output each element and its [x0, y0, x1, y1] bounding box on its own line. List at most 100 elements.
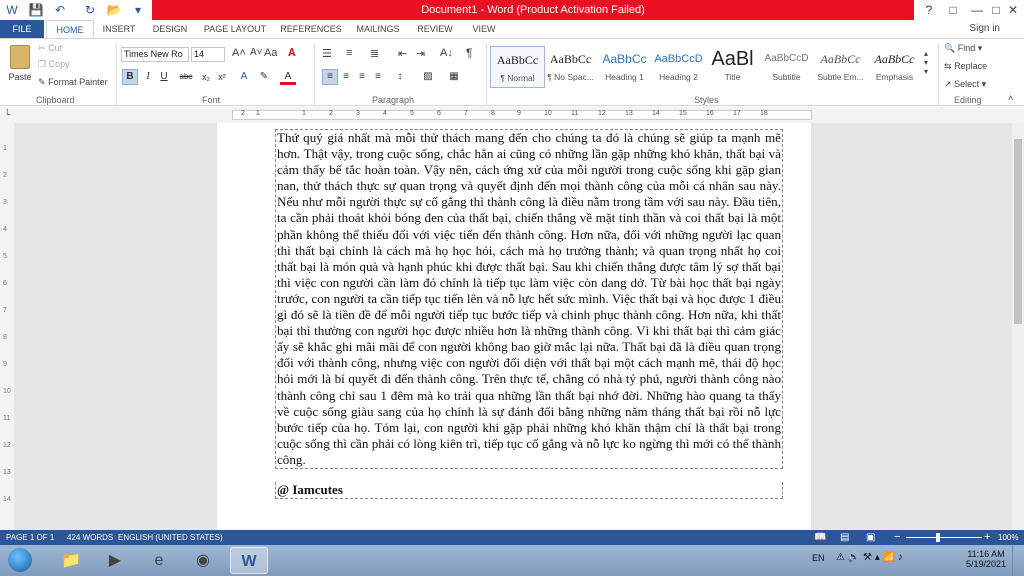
- chrome-icon[interactable]: ◉: [184, 547, 222, 574]
- redo-icon[interactable]: ↻: [82, 2, 98, 18]
- subscript-button[interactable]: x₂: [198, 69, 214, 85]
- strikethrough-button[interactable]: abc: [178, 69, 194, 85]
- copy-button[interactable]: ❐ Copy: [38, 59, 70, 70]
- save-icon[interactable]: 💾: [28, 2, 44, 18]
- file-explorer-icon[interactable]: 📁: [52, 547, 90, 574]
- sign-in-link[interactable]: Sign in: [969, 23, 1000, 34]
- grow-font-icon[interactable]: A˄: [232, 47, 246, 59]
- tab-references[interactable]: REFERENCES: [278, 20, 344, 38]
- tab-mailings[interactable]: MAILINGS: [350, 20, 406, 38]
- zoom-slider-track[interactable]: [906, 537, 982, 538]
- zoom-in-icon[interactable]: +: [984, 530, 990, 545]
- line-spacing-icon[interactable]: ↕: [392, 69, 408, 85]
- input-language[interactable]: EN: [812, 553, 825, 563]
- increase-indent-icon[interactable]: ⇥: [416, 47, 425, 60]
- cut-button[interactable]: ✂ Cut: [38, 43, 62, 54]
- align-center-icon[interactable]: ≡: [338, 69, 354, 85]
- text-effects-icon[interactable]: A: [236, 69, 252, 85]
- tray-icons[interactable]: ⚠ 🔊 ⚒ ▴ 📶 ♪: [836, 552, 903, 563]
- change-case-icon[interactable]: Aa: [264, 47, 277, 59]
- tab-design[interactable]: DESIGN: [146, 20, 194, 38]
- format-painter-button[interactable]: ✎ Format Painter: [38, 77, 108, 88]
- multilevel-list-icon[interactable]: ≣: [370, 47, 379, 60]
- shrink-font-icon[interactable]: A˅: [250, 47, 263, 58]
- zoom-level[interactable]: 100%: [998, 530, 1018, 545]
- clock[interactable]: 11:16 AM 5/19/2021: [964, 549, 1008, 569]
- text-box[interactable]: Thứ quý giá nhất mà mỗi thử thách mang đ…: [275, 129, 783, 469]
- font-name-input[interactable]: Times New Ro: [121, 47, 189, 62]
- scrollbar-thumb[interactable]: [1014, 139, 1022, 324]
- font-size-input[interactable]: 14: [191, 47, 225, 62]
- tab-insert[interactable]: INSERT: [96, 20, 142, 38]
- bullets-icon[interactable]: ☰: [322, 47, 332, 60]
- proofing-language[interactable]: ENGLISH (UNITED STATES): [118, 530, 223, 545]
- horizontal-ruler[interactable]: └ 2 1 1 2 3 4 5 6 7 8 9 10 11 12 13 14 1…: [0, 107, 1024, 123]
- help-button[interactable]: ?: [918, 0, 940, 20]
- align-left-icon[interactable]: ≡: [322, 69, 338, 85]
- document-body[interactable]: Thứ quý giá nhất mà mỗi thử thách mang đ…: [277, 130, 781, 468]
- justify-icon[interactable]: ≡: [370, 69, 386, 85]
- superscript-button[interactable]: x²: [214, 69, 230, 85]
- paste-button[interactable]: Paste: [6, 43, 34, 89]
- tab-home[interactable]: HOME: [46, 20, 94, 38]
- italic-button[interactable]: I: [140, 69, 156, 85]
- ribbon-display-options-button[interactable]: □: [942, 0, 964, 20]
- undo-icon[interactable]: ↶: [52, 2, 68, 18]
- taskbar: 📁 ▶ e ◉ W EN ⚠ 🔊 ⚒ ▴ 📶 ♪ 11:16 AM 5/19/2…: [0, 545, 1024, 576]
- style-subtitle[interactable]: AaBbCcD Subtitle: [759, 46, 814, 88]
- print-layout-icon[interactable]: ▤: [840, 530, 849, 545]
- signature-line[interactable]: @ Iamcutes: [275, 482, 783, 499]
- font-color-icon[interactable]: A: [280, 69, 296, 85]
- style-preview: AaBbCc: [549, 52, 592, 66]
- media-player-icon[interactable]: ▶: [96, 547, 134, 574]
- vertical-scrollbar[interactable]: [1012, 123, 1024, 530]
- read-mode-icon[interactable]: 📖: [814, 530, 826, 545]
- word-count[interactable]: 424 WORDS: [67, 530, 113, 545]
- replace-button[interactable]: ⇆ Replace: [944, 61, 987, 72]
- tab-review[interactable]: REVIEW: [410, 20, 460, 38]
- tab-file[interactable]: FILE: [0, 20, 44, 38]
- style-heading-2[interactable]: AaBbCcD Heading 2: [651, 46, 706, 88]
- highlight-color-icon[interactable]: ✎: [256, 69, 272, 85]
- shading-icon[interactable]: ▨: [420, 69, 436, 85]
- decrease-indent-icon[interactable]: ⇤: [398, 47, 407, 60]
- divider: [486, 43, 487, 105]
- word-app-icon: W: [6, 3, 18, 17]
- style-subtle-emphasis[interactable]: AaBbCc Subtle Em...: [813, 46, 868, 88]
- show-formatting-marks-icon[interactable]: ¶: [466, 46, 472, 60]
- borders-icon[interactable]: ▦: [446, 69, 462, 85]
- bold-button[interactable]: B: [122, 69, 138, 85]
- web-layout-icon[interactable]: ▣: [866, 530, 875, 545]
- internet-explorer-icon[interactable]: e: [140, 547, 178, 574]
- select-button[interactable]: ↗ Select ▾: [944, 79, 986, 90]
- ruler-number: 7: [464, 110, 468, 117]
- find-button[interactable]: 🔍 Find ▾: [944, 43, 982, 54]
- style-no-spacing[interactable]: AaBbCc ¶ No Spac...: [543, 46, 598, 88]
- style-normal[interactable]: AaBbCc ¶ Normal: [490, 46, 545, 88]
- zoom-slider-thumb[interactable]: [936, 533, 940, 542]
- page-count[interactable]: PAGE 1 OF 1: [6, 530, 54, 545]
- clear-formatting-icon[interactable]: 𝐀: [288, 47, 296, 60]
- show-desktop-button[interactable]: [1012, 545, 1024, 576]
- style-name: Emphasis: [875, 72, 914, 82]
- collapse-ribbon-icon[interactable]: ˄: [1008, 93, 1013, 103]
- style-title[interactable]: AaBl Title: [705, 46, 760, 88]
- numbering-icon[interactable]: ≡: [346, 47, 352, 59]
- open-icon[interactable]: 📂: [106, 2, 122, 18]
- sort-icon[interactable]: A↓: [440, 47, 453, 59]
- style-emphasis[interactable]: AaBbCc Emphasis: [867, 46, 922, 88]
- underline-button[interactable]: U: [156, 69, 172, 85]
- styles-scroll-icon[interactable]: ▴ ▾ ▾: [924, 49, 928, 76]
- customize-qat-icon[interactable]: ▾: [130, 2, 146, 18]
- word-taskbar-icon[interactable]: W: [230, 547, 268, 574]
- tab-view[interactable]: VIEW: [464, 20, 504, 38]
- style-heading-1[interactable]: AaBbCc Heading 1: [597, 46, 652, 88]
- align-right-icon[interactable]: ≡: [354, 69, 370, 85]
- tab-page-layout[interactable]: PAGE LAYOUT: [200, 20, 270, 38]
- close-button[interactable]: ✕: [1002, 0, 1024, 20]
- zoom-out-icon[interactable]: −: [894, 530, 900, 545]
- ruler-number: 1: [3, 145, 7, 152]
- start-button[interactable]: [2, 547, 38, 574]
- tab-selector-icon[interactable]: └: [4, 109, 10, 119]
- page[interactable]: Thứ quý giá nhất mà mỗi thử thách mang đ…: [217, 123, 811, 530]
